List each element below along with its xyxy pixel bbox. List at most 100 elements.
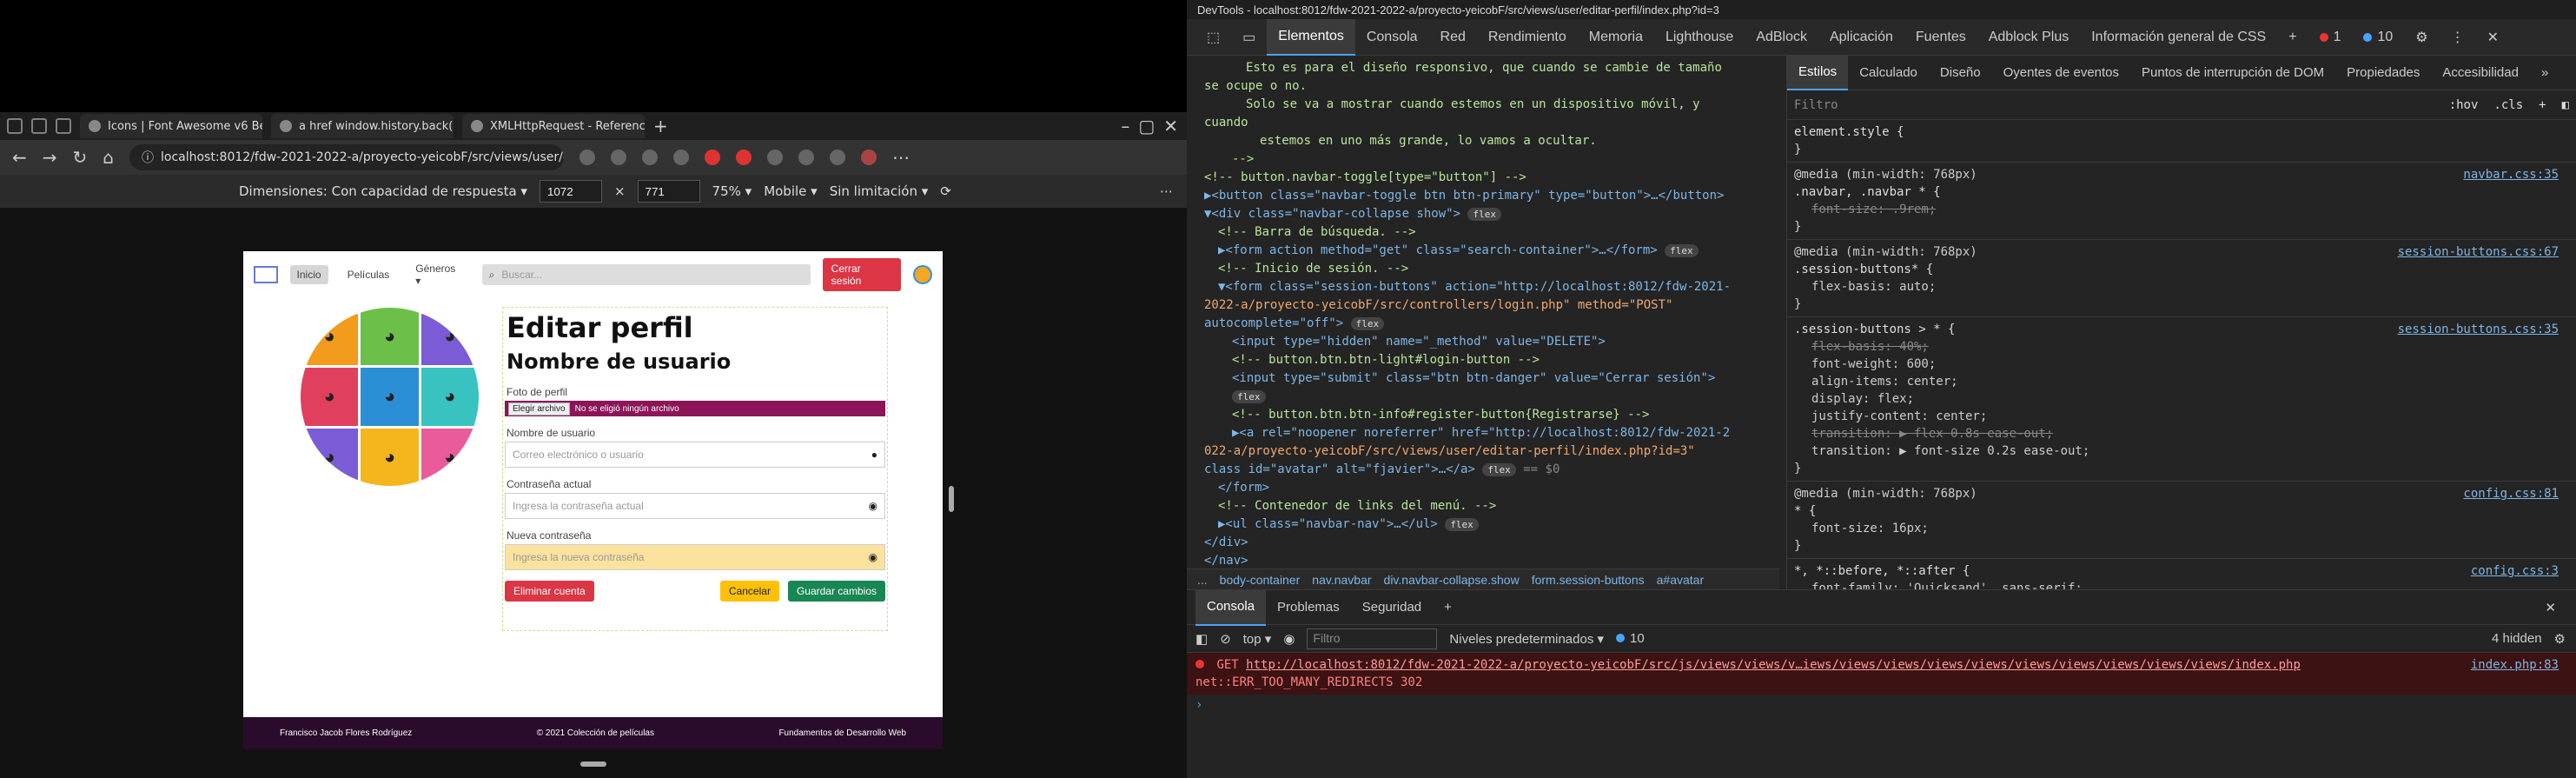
message-badge[interactable]: 10 bbox=[2352, 19, 2404, 56]
dom-node-line[interactable]: 2022-a/proyecto-yeicobF/src/controllers/… bbox=[1204, 296, 1779, 315]
levels-select[interactable]: Niveles predeterminados ▾ bbox=[1449, 631, 1604, 647]
dom-node-line[interactable]: <input type="submit" class="btn btn-dang… bbox=[1204, 369, 1779, 388]
resize-handle-bottom[interactable] bbox=[580, 761, 606, 767]
new-password-field[interactable]: Ingresa la nueva contraseña ◉ bbox=[505, 544, 885, 570]
add-drawer-tab-icon[interactable]: + bbox=[1433, 589, 1463, 626]
adblock-icon[interactable] bbox=[705, 150, 720, 165]
extension-icon[interactable] bbox=[579, 150, 595, 165]
inspect-icon[interactable]: ⬚ bbox=[1195, 19, 1231, 56]
tab-css-overview[interactable]: Información general de CSS bbox=[2080, 19, 2277, 56]
flex-badge[interactable]: flex bbox=[1445, 518, 1479, 531]
forward-icon[interactable]: → bbox=[43, 147, 57, 168]
more-icon[interactable]: ⋮ bbox=[2440, 19, 2476, 56]
current-password-field[interactable]: Ingresa la contraseña actual ◉ bbox=[505, 493, 885, 519]
rule-source-link[interactable]: config.css:81 bbox=[2463, 485, 2559, 502]
css-declaration[interactable]: flex-basis: 40%; bbox=[1794, 338, 2569, 356]
elements-tree[interactable]: Esto es para el diseño responsivo, que c… bbox=[1187, 56, 1779, 570]
photo-file-input[interactable]: Elegir archivo No se eligió ningún archi… bbox=[505, 401, 885, 416]
zoom-select[interactable]: 75% ▾ bbox=[712, 183, 752, 199]
dom-node-line[interactable]: ▶<button class="navbar-toggle btn btn-pr… bbox=[1204, 187, 1779, 205]
console-prompt[interactable]: › bbox=[1187, 695, 2576, 715]
rule-source-link[interactable]: session-buttons.css:35 bbox=[2398, 321, 2559, 338]
flex-badge[interactable]: flex bbox=[1350, 317, 1385, 330]
flex-badge[interactable]: flex bbox=[1232, 390, 1266, 403]
dom-node-line[interactable]: ▶<ul class="navbar-nav">…</ul> flex bbox=[1204, 515, 1779, 534]
eye-slash-icon[interactable]: ◉ bbox=[869, 500, 877, 512]
dom-node-line[interactable]: <!-- button.btn.btn-info#register-button… bbox=[1204, 406, 1779, 424]
tab-2[interactable]: XMLHttpRequest - Referencia de ✕ bbox=[462, 114, 645, 138]
collections-icon[interactable] bbox=[830, 150, 845, 165]
error-badge[interactable]: 1 bbox=[2308, 19, 2353, 56]
css-declaration[interactable]: flex-basis: auto; bbox=[1794, 278, 2569, 296]
extension-icon[interactable] bbox=[611, 150, 626, 165]
dom-node-line[interactable]: ▼<form class="session-buttons" action="h… bbox=[1204, 278, 1779, 296]
hov-toggle[interactable]: :hov bbox=[2449, 98, 2479, 112]
css-declaration[interactable]: font-weight: 600; bbox=[1794, 356, 2569, 373]
dimensions-select[interactable]: Dimensiones: Con capacidad de respuesta … bbox=[239, 183, 527, 199]
css-declaration[interactable]: justify-content: center; bbox=[1794, 408, 2569, 425]
tab-lighthouse[interactable]: Lighthouse bbox=[1654, 19, 1745, 56]
css-rule[interactable]: config.css:81 @media (min-width: 768px) * … bbox=[1787, 482, 2576, 559]
crumb[interactable]: form.session-buttons bbox=[1532, 573, 1645, 587]
more-icon[interactable]: ⋯ bbox=[1160, 183, 1173, 199]
more-tabs-icon[interactable]: + bbox=[2277, 19, 2308, 56]
flex-badge[interactable]: flex bbox=[1482, 463, 1516, 476]
tab-seguridad[interactable]: Seguridad bbox=[1351, 589, 1433, 626]
favorites-icon[interactable] bbox=[798, 150, 814, 165]
search-input[interactable]: ⌕ Buscar... bbox=[481, 264, 811, 285]
tab-aplicacion[interactable]: Aplicación bbox=[1818, 19, 1904, 56]
info-icon[interactable]: ⓘ bbox=[142, 149, 154, 166]
maximize-icon[interactable]: ▢ bbox=[1138, 116, 1155, 136]
issues-badge[interactable]: 10 bbox=[1616, 631, 1645, 646]
css-rule[interactable]: navbar.css:35 @media (min-width: 768px) .n… bbox=[1787, 163, 2576, 240]
dom-node-line[interactable]: --> bbox=[1204, 150, 1779, 169]
workspaces-icon[interactable] bbox=[31, 118, 47, 134]
css-rule[interactable]: session-buttons.css:35 .session-buttons >… bbox=[1787, 317, 2576, 482]
rotate-icon[interactable]: ⟳ bbox=[940, 183, 951, 199]
extension-icon[interactable] bbox=[673, 150, 689, 165]
tab-actions-icon[interactable] bbox=[7, 118, 23, 134]
error-url[interactable]: http://localhost:8012/fdw-2021-2022-a/pr… bbox=[1246, 658, 2301, 672]
adblock-plus-icon[interactable] bbox=[736, 150, 752, 165]
tab-estilos[interactable]: Estilos bbox=[1787, 56, 1849, 90]
tab-diseno[interactable]: Diseño bbox=[1929, 56, 1992, 90]
dom-node-line[interactable]: cuando bbox=[1204, 114, 1779, 132]
console-settings-icon[interactable]: ⚙ bbox=[2554, 631, 2566, 647]
crumb[interactable]: a#avatar bbox=[1657, 573, 1704, 587]
eye-slash-icon[interactable]: ◉ bbox=[869, 551, 877, 563]
cancel-button[interactable]: Cancelar bbox=[719, 581, 779, 602]
tab-adblock-plus[interactable]: Adblock Plus bbox=[1977, 19, 2081, 56]
tab-console[interactable]: Consola bbox=[1195, 588, 1267, 626]
dom-node-line[interactable]: <!-- button.navbar-toggle[type="button"]… bbox=[1204, 169, 1779, 187]
tab-adblock[interactable]: AdBlock bbox=[1745, 19, 1818, 56]
dom-node-line[interactable]: </nav> bbox=[1204, 552, 1779, 570]
dom-node-line[interactable]: <input type="hidden" name="_method" valu… bbox=[1204, 333, 1779, 351]
tab-accesibilidad[interactable]: Accesibilidad bbox=[2431, 56, 2530, 90]
tab-propiedades[interactable]: Propiedades bbox=[2335, 56, 2431, 90]
dom-node-line[interactable]: </div> bbox=[1204, 534, 1779, 552]
context-select[interactable]: top ▾ bbox=[1243, 631, 1272, 647]
sidebar-toggle-icon[interactable]: ◧ bbox=[2562, 98, 2569, 112]
minimize-icon[interactable]: – bbox=[1121, 116, 1129, 136]
crumb[interactable]: ... bbox=[1197, 573, 1208, 587]
rule-source-link[interactable]: session-buttons.css:67 bbox=[2398, 243, 2559, 261]
tab-elementos[interactable]: Elementos bbox=[1267, 18, 1355, 56]
crumb[interactable]: body-container bbox=[1220, 573, 1301, 587]
sidebar-icon[interactable]: ◧ bbox=[1195, 631, 1208, 647]
user-field[interactable]: Correo electrónico o usuario ● bbox=[505, 442, 885, 468]
styles-filter-input[interactable]: Filtro bbox=[1794, 98, 1838, 112]
css-rule[interactable]: session-buttons.css:67 @media (min-width:… bbox=[1787, 240, 2576, 317]
new-tab-icon[interactable]: + bbox=[653, 116, 668, 136]
close-window-icon[interactable]: ✕ bbox=[1163, 116, 1178, 136]
css-declaration[interactable]: font-size: 16px; bbox=[1794, 520, 2569, 537]
css-declaration[interactable]: align-items: center; bbox=[1794, 373, 2569, 390]
css-declaration[interactable]: display: flex; bbox=[1794, 390, 2569, 408]
flex-badge[interactable]: flex bbox=[1665, 244, 1699, 257]
dom-node-line[interactable]: Esto es para el diseño responsivo, que c… bbox=[1204, 59, 1779, 77]
crumb[interactable]: div.navbar-collapse.show bbox=[1384, 573, 1520, 587]
extension-icon[interactable] bbox=[767, 150, 783, 165]
dom-node-line[interactable]: se ocupe o no. bbox=[1204, 77, 1779, 96]
dom-node-line[interactable]: autocomplete="off"> flex bbox=[1204, 315, 1779, 333]
flex-badge[interactable]: flex bbox=[1467, 208, 1501, 221]
tab-calculado[interactable]: Calculado bbox=[1848, 56, 1929, 90]
